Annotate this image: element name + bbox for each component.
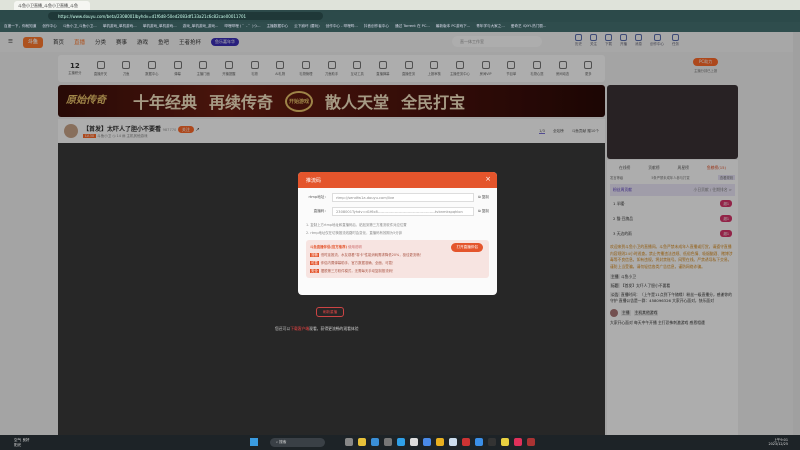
bookmark-item[interactable]: 单机游戏_单机游戏... [143,24,177,30]
taskbar-search[interactable]: ⌕ 搜索 [270,438,325,447]
bookmark-item[interactable]: 游戏_单机游戏_游戏... [183,24,219,30]
rtmp-url-field[interactable]: rtmp://sendfw1a.douyu.com/live [332,193,475,202]
download-hint: 您还可以下载客户端观看，获得更流畅的观看体验 [275,326,359,331]
usage-link[interactable]: 使用说明 [348,245,362,249]
taskbar-app-icon[interactable] [384,438,392,446]
bookmark-item[interactable]: 最新版本 PC游戏下... [436,24,470,30]
taskbar-app-icon[interactable] [514,438,522,446]
taskbar-app-icon[interactable] [358,438,366,446]
download-client-link[interactable]: 下载客户端 [290,326,309,331]
taskbar-app-icon[interactable] [527,438,535,446]
bookmark-item[interactable]: 抖音创作者中心 [364,24,389,30]
bookmark-item[interactable]: 创作中心 [42,24,56,30]
bookmark-item[interactable]: 单机游戏_单机游戏... [103,24,137,30]
taskbar-app-icon[interactable] [449,438,457,446]
taskbar-app-icon[interactable] [410,438,418,446]
bookmark-item[interactable]: 哔哩哔哩 ( ゜- ゜)つ... [224,24,260,30]
browser-tab[interactable]: 斗鱼小卫直播_斗鱼小卫直播_斗鱼 [14,1,90,10]
bookmarks-bar: 百度一下，你就知道 创作中心 斗鱼小卫_斗鱼小卫... 单机游戏_单机游戏... 单机游… [0,22,800,32]
taskbar-app-icon[interactable] [436,438,444,446]
weather-widget[interactable]: 空气 良好 阳光 [14,438,30,448]
taskbar-app-icon[interactable] [501,438,509,446]
start-icon[interactable] [250,438,258,446]
copy-code-button[interactable]: ⧉ 复制 [478,209,489,214]
bookmark-item[interactable]: 百度一下，你就知道 [4,24,36,30]
refresh-button[interactable]: 刷新重播 [316,307,344,317]
url-input[interactable]: https://www.douyu.com/beta/2308001lbyhdv… [48,12,323,20]
browser-tab-bar: 斗鱼小卫直播_斗鱼小卫直播_斗鱼 [0,0,800,10]
bookmark-item[interactable]: 爱奇艺 iQIYI-热门剧... [511,24,547,30]
clock[interactable]: 上午9:01 2023/12/25 [768,437,788,446]
close-icon[interactable]: × [485,175,491,183]
bookmark-item[interactable]: 通过 Torrent 在 PC... [395,24,430,30]
taskbar-app-icon[interactable] [462,438,470,446]
copy-rtmp-button[interactable]: ⧉ 复制 [478,195,489,200]
taskbar-app-icon[interactable] [397,438,405,446]
taskbar-app-icon[interactable] [371,438,379,446]
bookmark-item[interactable]: 云下崩坏 (要玩) [294,24,320,30]
taskbar-app-icon[interactable] [423,438,431,446]
taskbar-app-icon[interactable] [345,438,353,446]
taskbar: 空气 良好 阳光 ⌕ 搜索 上午9:01 2023/12/25 [0,435,800,450]
stream-code-field[interactable]: 2308001Tyhdv=d1f6c8---------------------… [332,207,475,216]
bookmark-item[interactable]: 主播数据中心 [267,24,289,30]
taskbar-app-icon[interactable] [488,438,496,446]
stream-key-modal: 推流码 × rtmp地址： rtmp://sendfw1a.douyu.com/li… [298,172,497,295]
tip-1: 1. 复制上方rtmp地址和直播码后，粘贴到第三方推流软件对应位置 [306,223,407,227]
taskbar-app-icon[interactable] [475,438,483,446]
bookmark-item[interactable]: 斗鱼小卫_斗鱼小卫... [63,24,97,30]
tip-2: 2. rtmp地址仅在切换推流线路时会变化，直播码有效期为5分钟 [306,231,403,235]
bookmark-item[interactable]: 青年学与大家之... [476,24,505,30]
bookmark-item[interactable]: 创作中心 - 哔哩哔... [326,24,358,30]
companion-promo: 斗鱼直播伴侣(官方推荐) 使用说明 打开直播伴侣 流畅 低时延推流，水友观看"零卡… [306,240,489,278]
open-companion-button[interactable]: 打开直播伴侣 [451,243,483,252]
modal-title: 推流码 [306,178,322,184]
